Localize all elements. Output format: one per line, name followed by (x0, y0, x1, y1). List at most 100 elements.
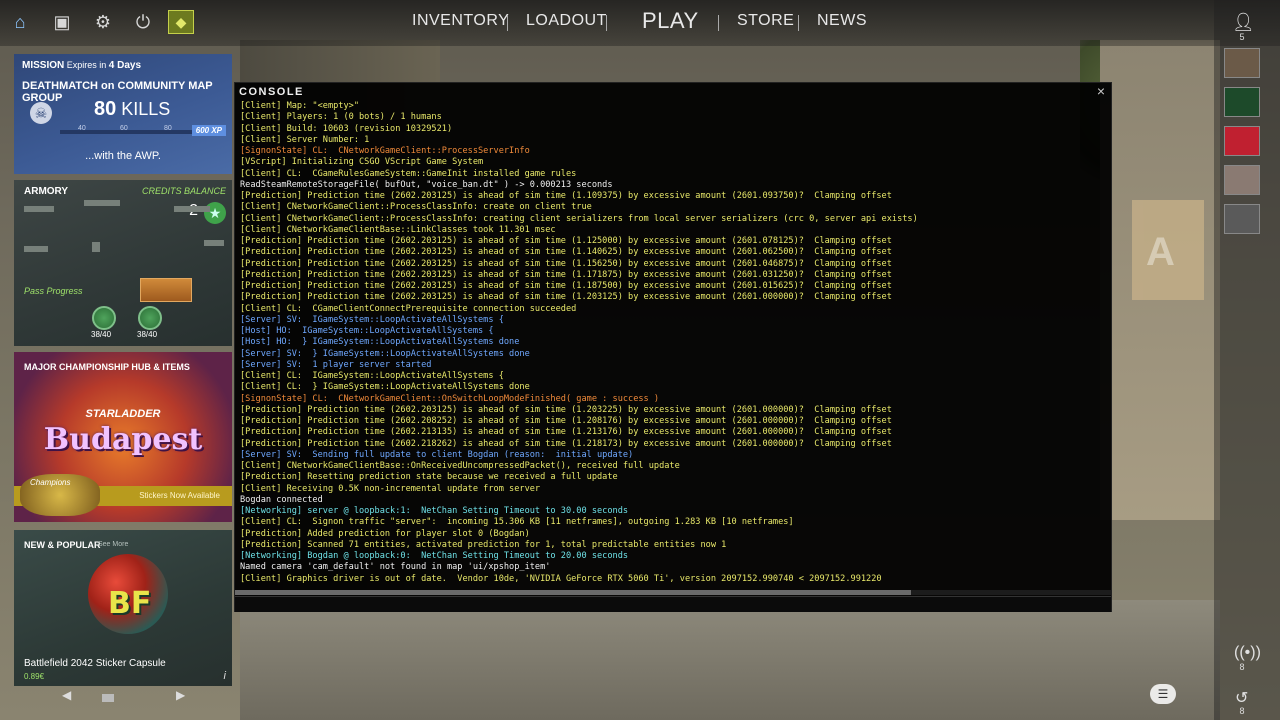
console-line: [Prediction] Prediction time (2602.21313… (240, 427, 892, 438)
new-popular-card[interactable]: NEW & POPULAR See More BF Battlefield 20… (14, 530, 232, 686)
console-line: [Prediction] Prediction time (2602.20312… (240, 247, 892, 258)
mission-tick: 60 (120, 125, 128, 132)
console-line: [Server] SV: IGameSystem::LoopActivateAl… (240, 314, 504, 325)
console-title: CONSOLE (239, 86, 304, 98)
friend-avatar[interactable] (1224, 87, 1260, 117)
pass-progress-label: Pass Progress (24, 286, 83, 296)
console-line: [Client] CL: } IGameSystem::LoopActivate… (240, 382, 530, 393)
pager-indicator[interactable] (102, 694, 114, 702)
nav-inventory[interactable]: INVENTORY (412, 12, 509, 30)
console-line: [Server] SV: 1 player server started (240, 359, 432, 370)
budapest-logo: Budapest (43, 422, 203, 457)
item-price: 0.89€ (24, 672, 45, 681)
console-line: [Client] CL: CGameClientConnectPrerequis… (240, 303, 577, 314)
briefcase-icon[interactable]: ▣ (50, 10, 74, 34)
console-scrollbar[interactable] (235, 590, 1111, 595)
history-icon[interactable]: ↺ (1235, 688, 1248, 708)
console-line: [Host] HO: } IGameSystem::LoopActivateAl… (240, 337, 520, 348)
starladder-logo: STARLADDER (85, 408, 161, 420)
nav-play[interactable]: PLAY (642, 8, 699, 34)
console-line: [Client] CNetworkGameClient::ProcessClas… (240, 202, 592, 213)
mission-header: MISSION Expires in 4 Days (22, 60, 141, 71)
history-count: 8 (1239, 706, 1245, 716)
nav-separator (798, 15, 799, 31)
skull-icon: ☠ (30, 102, 52, 124)
console-line: [Prediction] Added prediction for player… (240, 528, 530, 539)
friend-avatar[interactable] (1224, 204, 1260, 234)
nav-store[interactable]: STORE (737, 12, 794, 30)
armory-card[interactable]: ARMORY CREDITS BALANCE 2 ★ Pass Progress… (14, 180, 232, 346)
mission-kills-number: 80 (94, 98, 117, 120)
console-log[interactable]: [Client] Map: "<empty>" [Client] Players:… (240, 101, 1106, 585)
settings-sliders-icon[interactable]: ☰ (1150, 684, 1176, 704)
power-icon[interactable]: ⏻ (131, 10, 155, 34)
nav-news[interactable]: NEWS (817, 12, 867, 30)
console-line: [Client] Map: "<empty>" (240, 101, 359, 111)
console-line: [Networking] server @ loopback:1: NetCha… (240, 506, 629, 516)
coin-count: 38/40 (91, 330, 112, 339)
console-line: [Prediction] Resetting prediction state … (240, 472, 618, 483)
console-line: [Client] Server Number: 1 (240, 134, 370, 145)
console-line: [Client] Build: 10603 (revision 10329521… (240, 123, 453, 134)
console-line: Named camera 'cam_default' not found in … (240, 562, 551, 573)
console-line: [Prediction] Prediction time (2602.20312… (240, 258, 892, 269)
card-pager: ◀ ▶ (14, 688, 232, 708)
mission-expires-value: 4 Days (108, 60, 142, 71)
console-line: ReadSteamRemoteStorageFile( bufOut, "voi… (240, 179, 613, 190)
nav-loadout[interactable]: LOADOUT (526, 12, 607, 30)
mission-card[interactable]: MISSION Expires in 4 Days DEATHMATCH on … (14, 54, 232, 174)
console-line: [Prediction] Prediction time (2602.20312… (240, 292, 892, 303)
console-line: [Server] SV: } IGameSystem::LoopActivate… (240, 348, 530, 359)
weapon-icon (174, 206, 210, 212)
friend-avatar[interactable] (1224, 165, 1260, 195)
armory-coin-icon (138, 306, 162, 330)
coin-count: 38/40 (137, 330, 158, 339)
mission-kills-label: KILLS (121, 99, 171, 119)
home-icon[interactable]: ⌂ (8, 10, 32, 34)
console-line: [Server] SV: Sending full update to clie… (240, 449, 634, 460)
console-line: [Prediction] Prediction time (2602.20312… (240, 191, 892, 201)
console-line: [VScript] Initializing CSGO VScript Game… (240, 157, 484, 168)
console-line: [Prediction] Prediction time (2602.20312… (240, 269, 892, 280)
friends-icon[interactable]: 👤︎ (1232, 12, 1255, 33)
console-line: [SignonState] CL: CNetworkGameClient::On… (240, 393, 660, 404)
console-line: [Host] HO: IGameSystem::LoopActivateAllS… (240, 326, 494, 336)
rank-badge-icon[interactable]: ◆ (168, 10, 194, 34)
friend-avatar[interactable] (1224, 48, 1260, 78)
console-line: [Prediction] Prediction time (2602.20312… (240, 281, 892, 291)
nav-separator (718, 15, 719, 31)
console-input[interactable] (235, 596, 1111, 612)
nav-separator (507, 15, 508, 31)
friend-avatar[interactable] (1224, 126, 1260, 156)
weapon-case-icon (140, 278, 192, 302)
mission-kills: 80 KILLS (94, 98, 170, 121)
console-scrollbar-thumb[interactable] (235, 590, 911, 595)
major-championship-card[interactable]: MAJOR CHAMPIONSHIP HUB & ITEMS STARLADDE… (14, 352, 232, 522)
see-more-link[interactable]: See More (98, 541, 128, 548)
console-line: [SignonState] CL: CNetworkGameClient::Pr… (240, 146, 530, 156)
pager-prev-icon[interactable]: ◀ (62, 688, 71, 702)
mission-tick: 80 (164, 125, 172, 132)
new-popular-label: NEW & POPULAR (24, 540, 101, 550)
weapon-icon (24, 246, 48, 252)
mission-expires-prefix: Expires in (66, 60, 107, 70)
console-line: [Prediction] Prediction time (2602.20825… (240, 416, 892, 426)
major-label: MAJOR CHAMPIONSHIP HUB & ITEMS (24, 362, 190, 372)
champions-emblem: Champions (20, 474, 100, 516)
mission-tick: 40 (78, 125, 86, 132)
close-icon[interactable]: × (1097, 83, 1105, 99)
mission-xp-badge: 600 XP (191, 125, 226, 136)
credits-balance-label: CREDITS BALANCE (141, 186, 226, 196)
top-bar: ⌂ ▣ ⚙ ⏻ ◆ INVENTORY LOADOUT PLAY STORE N… (0, 0, 1280, 46)
console-line: [Client] Players: 1 (0 bots) / 1 humans (240, 112, 442, 123)
console-line: [Networking] Bogdan @ loopback:0: NetCha… (240, 551, 629, 561)
info-icon[interactable]: i (224, 670, 226, 682)
signal-icon[interactable]: ((•)) (1234, 644, 1261, 662)
console-line: [Prediction] Prediction time (2602.21826… (240, 438, 892, 449)
gear-icon[interactable]: ⚙ (91, 10, 115, 34)
champions-label: Champions (30, 478, 71, 487)
console-line: [Client] CL: CGameRulesGameSystem::GameI… (240, 168, 577, 179)
nav-separator (606, 15, 607, 31)
console-window: CONSOLE × [Client] Map: "<empty>" [Client… (234, 82, 1112, 612)
pager-next-icon[interactable]: ▶ (176, 688, 185, 702)
